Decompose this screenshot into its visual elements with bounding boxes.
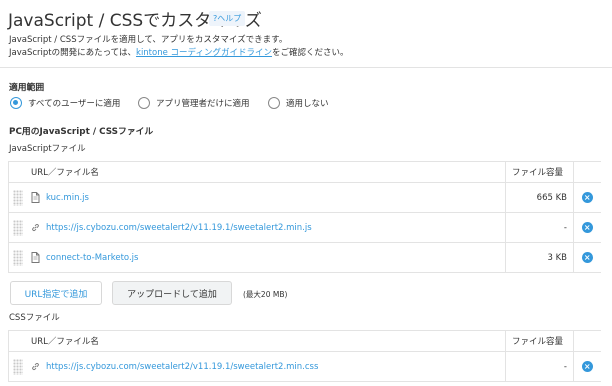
column-header-size: ファイル容量 xyxy=(505,330,574,352)
help-link[interactable]: ?ヘルプ xyxy=(209,11,246,26)
radio-admins-only[interactable]: アプリ管理者だけに適用 xyxy=(138,97,250,109)
file-link[interactable]: kuc.min.js xyxy=(46,193,89,203)
column-header-size: ファイル容量 xyxy=(505,161,574,183)
add-by-url-button[interactable]: URL指定で追加 xyxy=(10,281,102,305)
file-icon xyxy=(31,192,40,203)
upload-add-button[interactable]: アップロードして追加 xyxy=(112,281,232,305)
drag-handle-icon[interactable] xyxy=(13,189,23,206)
radio-not-applied[interactable]: 適用しない xyxy=(268,97,329,109)
max-size-note: (最大20 MB) xyxy=(243,290,288,299)
drag-handle-icon[interactable] xyxy=(13,358,23,375)
js-file-table: URL／ファイル名 ファイル容量 kuc.min.js 665 KB × htt… xyxy=(8,161,601,273)
table-row: https://js.cybozu.com/sweetalert2/v11.19… xyxy=(8,351,601,382)
description-text: JavaScriptの開発にあたっては、 xyxy=(9,48,137,58)
radio-all-users[interactable]: すべてのユーザーに適用 xyxy=(10,97,120,109)
description-text-end: をご確認ください。 xyxy=(271,48,349,58)
delete-icon[interactable]: × xyxy=(581,252,593,263)
radio-unselected-icon[interactable] xyxy=(268,97,280,109)
delete-icon[interactable]: × xyxy=(581,361,593,372)
pc-section-heading: PC用のJavaScript / CSSファイル xyxy=(9,127,154,137)
delete-icon[interactable]: × xyxy=(581,192,593,203)
radio-unselected-icon[interactable] xyxy=(138,97,150,109)
file-size: 665 KB xyxy=(505,182,574,213)
radio-label: すべてのユーザーに適用 xyxy=(28,99,121,109)
file-size: - xyxy=(505,351,574,382)
table-row: kuc.min.js 665 KB × xyxy=(8,182,601,213)
file-size: 3 KB xyxy=(505,242,574,273)
column-header-name: URL／ファイル名 xyxy=(8,161,506,183)
delete-icon[interactable]: × xyxy=(581,222,593,233)
js-files-label: JavaScriptファイル xyxy=(9,144,86,154)
file-link[interactable]: https://js.cybozu.com/sweetalert2/v11.19… xyxy=(46,223,312,233)
column-header-name: URL／ファイル名 xyxy=(8,330,506,352)
description-line-1: JavaScript / CSSファイルを適用して、アプリをカスタマイズできます… xyxy=(9,35,288,45)
file-icon xyxy=(31,252,40,263)
coding-guideline-link[interactable]: kintone コーディングガイドライン xyxy=(136,48,272,58)
css-file-table: URL／ファイル名 ファイル容量 https://js.cybozu.com/s… xyxy=(8,330,601,382)
radio-label: アプリ管理者だけに適用 xyxy=(156,99,250,109)
column-header-action xyxy=(573,161,601,183)
link-icon xyxy=(32,223,39,232)
scope-heading: 適用範囲 xyxy=(9,83,45,93)
radio-selected-icon[interactable] xyxy=(10,97,22,109)
description-line-2: JavaScriptの開発にあたっては、kintone コーディングガイドライン… xyxy=(9,46,348,58)
file-link[interactable]: connect-to-Marketo.js xyxy=(46,253,138,263)
column-header-action xyxy=(573,330,601,352)
table-row: connect-to-Marketo.js 3 KB × xyxy=(8,242,601,273)
table-row: https://js.cybozu.com/sweetalert2/v11.19… xyxy=(8,212,601,243)
file-size: - xyxy=(505,212,574,243)
file-link[interactable]: https://js.cybozu.com/sweetalert2/v11.19… xyxy=(46,362,318,372)
css-files-label: CSSファイル xyxy=(9,313,60,323)
drag-handle-icon[interactable] xyxy=(13,219,23,236)
radio-label: 適用しない xyxy=(286,99,329,109)
link-icon xyxy=(32,362,39,371)
divider xyxy=(0,67,612,68)
drag-handle-icon[interactable] xyxy=(13,249,23,266)
